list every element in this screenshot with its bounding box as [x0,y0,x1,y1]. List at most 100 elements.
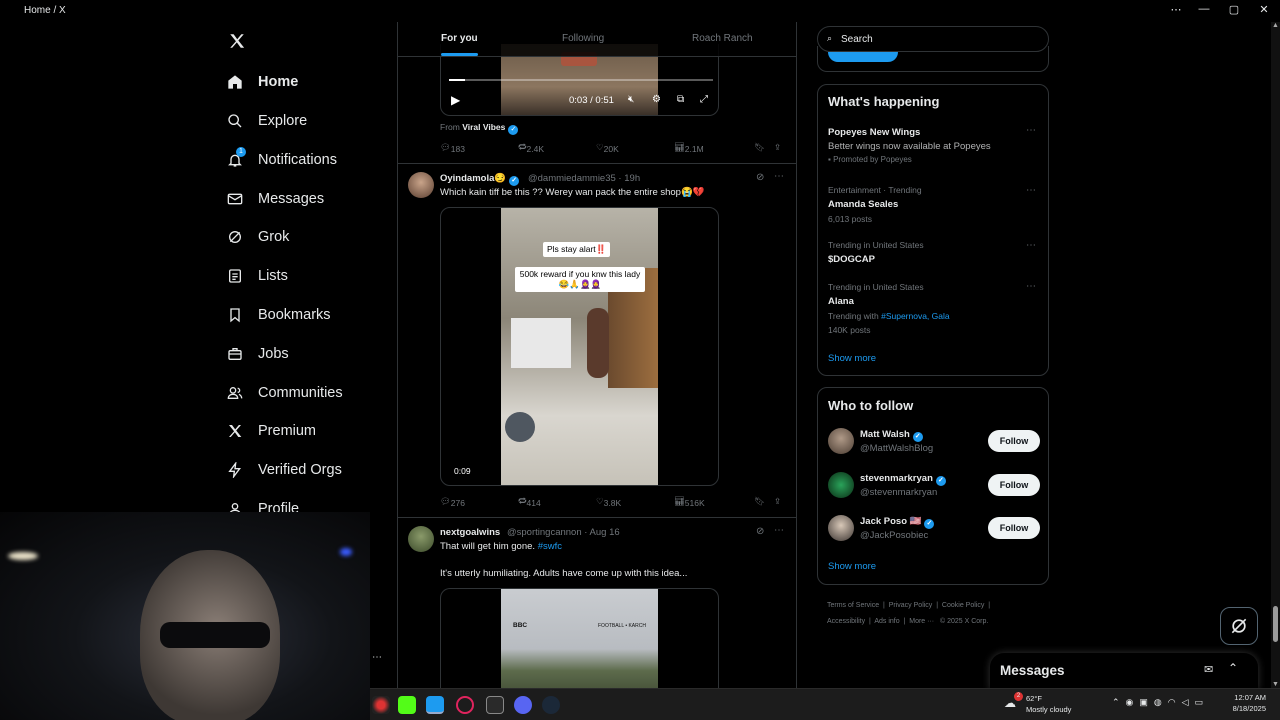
bookmark-icon[interactable]: 🔖︎ [754,142,765,153]
app-icon[interactable] [372,696,390,714]
close-icon[interactable]: ✕ [1256,3,1272,16]
minimize-icon[interactable]: — [1196,3,1212,15]
share-icon[interactable]: ⇪ [774,142,781,153]
follow-button[interactable]: Follow [988,430,1040,452]
footer-link[interactable]: Terms of Service [827,602,879,609]
follow-suggestion[interactable]: Matt Walsh ✓ @MattWalshBlog Follow [828,426,1040,460]
nav-home[interactable]: Home [226,67,298,97]
tweet-handle[interactable]: @sportingcannon · Aug 16 [507,527,620,538]
window-menu-icon[interactable]: ⋯ [1168,3,1184,16]
pip-icon[interactable]: ⧉ [677,94,684,105]
trend-item[interactable]: Entertainment · Trending Amanda Seales 6… [828,185,1038,224]
footer-link[interactable]: Ads info [874,618,899,625]
avatar[interactable] [408,526,434,552]
mute-icon[interactable]: 🔇︎ [628,94,634,105]
footer-link[interactable]: Cookie Policy [942,602,984,609]
trend-item[interactable]: Popeyes New Wings Better wings now avail… [828,127,1038,164]
steam-icon[interactable] [542,696,560,714]
video-player[interactable]: BBC FOOTBALL • KARCH [440,588,719,688]
like-button[interactable]: ♡ 20K [596,142,619,154]
volume-icon[interactable]: ◁ [1182,697,1195,707]
discord-icon[interactable] [514,696,532,714]
footer-link[interactable]: Accessibility [827,618,865,625]
weather-widget[interactable]: ☁ 2 62°F Mostly cloudy [1004,692,1084,716]
hashtag-link[interactable]: #swfc [538,541,562,552]
scrollbar[interactable]: ▲ ▼ [1271,22,1280,688]
like-button[interactable]: ♡ 3.8K [596,496,621,508]
kick-icon[interactable] [398,696,416,714]
grok-icon[interactable]: ⊘ [756,172,764,183]
clock[interactable]: 12:07 AM 8/18/2025 [1196,692,1266,714]
reply-button[interactable]: 💬︎ 183 [440,142,465,154]
trend-with-links[interactable]: #Supernova, Gala [881,311,950,321]
follow-suggestion[interactable]: stevenmarkryan ✓ @stevenmarkryan Follow [828,470,1040,504]
system-tray[interactable]: ⌃◉▣◍◠◁▭ [1112,697,1209,708]
scroll-down-icon[interactable]: ▼ [1272,681,1279,688]
follow-button[interactable]: Follow [988,474,1040,496]
nav-verified-orgs[interactable]: Verified Orgs [226,455,342,485]
nav-jobs[interactable]: Jobs [226,339,289,369]
subscribe-button[interactable] [828,52,898,62]
tab-roach-ranch[interactable]: Roach Ranch [692,33,753,44]
more-options-icon[interactable]: ⋯ [774,525,784,536]
nav-lists[interactable]: Lists [226,261,288,291]
footer-link[interactable]: More ··· [909,618,934,625]
tweet-handle[interactable]: @dammiedammie35 · 19h [528,173,640,184]
repost-button[interactable]: 🔁︎ 2.4K [518,142,544,154]
video-player[interactable]: Pls stay alart‼️ 500k reward if you knw … [440,207,719,486]
app-icon[interactable] [486,696,504,714]
show-more-link[interactable]: Show more [828,561,876,572]
expand-icon[interactable]: ⌃ [1228,661,1238,675]
video-progress-track[interactable] [449,79,713,81]
settings-icon[interactable]: ⚙ [652,94,661,105]
nav-grok[interactable]: Grok [226,222,289,252]
more-options-icon[interactable]: ⋯ [1026,281,1036,292]
play-icon[interactable]: ▶ [451,93,460,107]
fullscreen-icon[interactable]: ⤢ [700,94,708,105]
more-options-icon[interactable]: ⋯ [774,171,784,182]
follow-suggestion[interactable]: Jack Poso 🇺🇸 ✓ @JackPosobiec Follow [828,513,1040,547]
x-logo-icon[interactable] [228,30,246,56]
nav-premium[interactable]: Premium [226,416,316,446]
trend-item[interactable]: Trending in United States Alana Trending… [828,282,1038,335]
app-icon[interactable] [456,696,474,714]
wifi-icon[interactable]: ◠ [1168,697,1182,707]
footer-link[interactable]: Privacy Policy [889,602,933,609]
tray-app-icon[interactable]: ◉ [1126,697,1140,707]
more-options-icon[interactable]: ⋯ [1026,240,1036,251]
browser-icon[interactable] [426,696,444,714]
share-icon[interactable]: ⇪ [774,496,781,507]
bookmark-icon[interactable]: 🔖︎ [754,496,765,507]
repost-button[interactable]: 🔁︎ 414 [518,496,541,508]
nav-messages[interactable]: Messages [226,184,324,214]
messages-drawer[interactable]: Messages ✉ ⌃ [990,653,1258,690]
views-button[interactable]: 📊︎ 516K [674,496,705,508]
more-icon[interactable]: ⋯ [372,652,382,663]
grok-button[interactable] [1220,607,1258,645]
trend-item[interactable]: Trending in United States $DOGCAP [828,240,1038,265]
views-button[interactable]: 📊︎ 2.1M [674,142,704,154]
tweet-author-name[interactable]: Oyindamola😏 ✓ [440,173,520,186]
follow-button[interactable]: Follow [988,517,1040,539]
source-name[interactable]: Viral Vibes [462,122,505,132]
avatar[interactable] [408,172,434,198]
new-message-icon[interactable]: ✉ [1204,663,1213,676]
tab-for-you[interactable]: For you [441,33,478,56]
more-options-icon[interactable]: ⋯ [1026,125,1036,136]
tray-app-icon[interactable]: ▣ [1139,697,1154,707]
show-more-link[interactable]: Show more [828,353,876,364]
nav-notifications[interactable]: 1 Notifications [226,145,337,175]
nav-communities[interactable]: Communities [226,378,343,408]
tweet-author-name[interactable]: nextgoalwins [440,527,500,538]
grok-icon[interactable]: ⊘ [756,526,764,537]
maximize-icon[interactable]: ▢ [1226,3,1242,16]
tab-following[interactable]: Following [562,33,604,44]
reply-button[interactable]: 💬︎ 276 [440,496,465,508]
nav-explore[interactable]: Explore [226,106,307,136]
more-options-icon[interactable]: ⋯ [1026,185,1036,196]
tray-app-icon[interactable]: ◍ [1154,697,1168,707]
nav-bookmarks[interactable]: Bookmarks [226,300,331,330]
chevron-up-icon[interactable]: ⌃ [1112,697,1126,707]
scroll-up-icon[interactable]: ▲ [1272,22,1279,29]
scrollbar-thumb[interactable] [1273,606,1278,642]
